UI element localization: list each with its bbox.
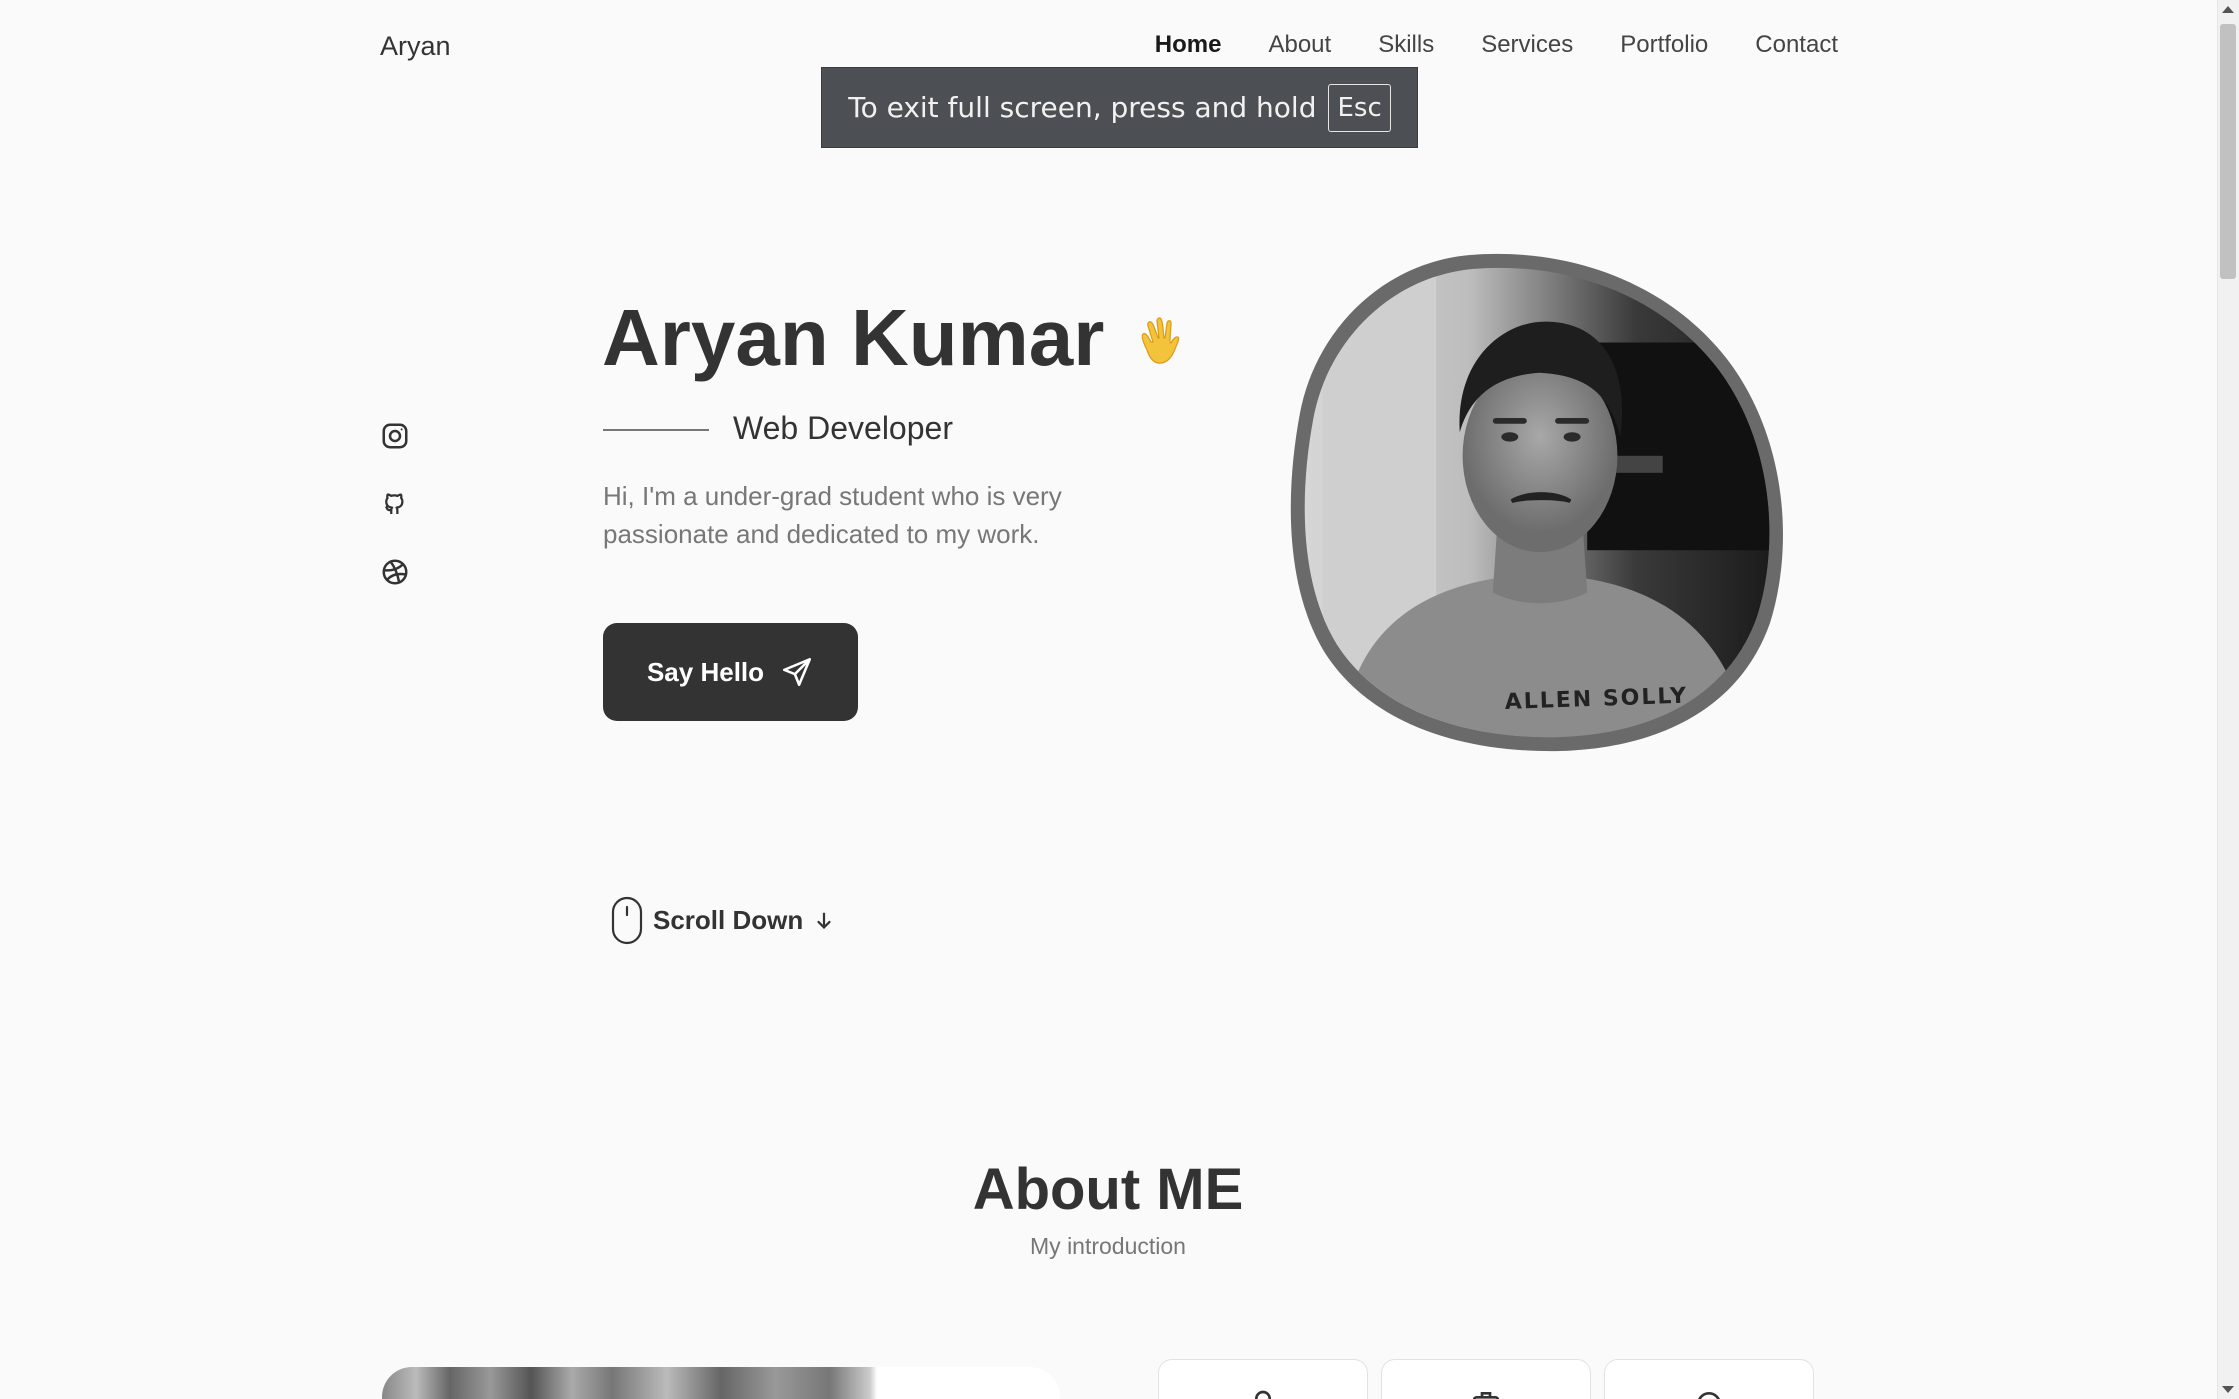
hero-name: Aryan Kumar xyxy=(602,293,1105,382)
toast-message: To exit full screen, press and hold xyxy=(848,91,1317,124)
nav-skills[interactable]: Skills xyxy=(1378,31,1434,59)
say-hello-label: Say Hello xyxy=(646,656,765,687)
github-icon[interactable] xyxy=(380,489,410,519)
hero-intro: Hi, I'm a under-grad student who is very… xyxy=(603,481,1062,549)
about-card-support xyxy=(1604,1359,1814,1399)
mouse-icon xyxy=(611,896,643,945)
nav-about[interactable]: About xyxy=(1268,31,1331,59)
scroll-down-arrow[interactable] xyxy=(2222,1386,2234,1393)
page-scrollbar[interactable] xyxy=(2217,0,2239,1399)
nav-contact[interactable]: Contact xyxy=(1755,31,1838,59)
nav-portfolio[interactable]: Portfolio xyxy=(1620,31,1708,59)
social-links xyxy=(380,421,410,587)
nav-home[interactable]: Home xyxy=(1155,31,1222,59)
about-card-experience xyxy=(1158,1359,1368,1399)
say-hello-button[interactable]: Say Hello xyxy=(603,623,858,721)
dribbble-icon[interactable] xyxy=(380,557,410,587)
scroll-up-arrow[interactable] xyxy=(2222,6,2234,13)
arrow-down-icon xyxy=(817,912,831,929)
about-image xyxy=(382,1367,1060,1399)
profile-photo: ALLEN SOLLY xyxy=(1290,253,1783,752)
about-card-completed xyxy=(1381,1359,1591,1399)
esc-key-badge: Esc xyxy=(1328,83,1391,132)
send-icon xyxy=(783,657,812,687)
about-title: About ME xyxy=(972,1157,1244,1222)
waving-hand-icon xyxy=(1141,317,1180,364)
fullscreen-exit-toast: To exit full screen, press and hold Esc xyxy=(821,67,1418,148)
support-icon xyxy=(1698,1392,1720,1399)
about-subtitle: My introduction xyxy=(1030,1233,1186,1259)
scroll-down-label: Scroll Down xyxy=(653,905,804,935)
briefcase-icon xyxy=(1472,1392,1500,1399)
site-logo[interactable]: Aryan xyxy=(380,31,451,62)
scrollbar-thumb[interactable] xyxy=(2220,24,2236,279)
instagram-icon[interactable] xyxy=(380,421,410,451)
user-icon xyxy=(1255,1390,1271,1399)
nav-services[interactable]: Services xyxy=(1481,31,1573,59)
main-nav: Home About Skills Services Portfolio Con… xyxy=(1155,31,1838,59)
page: Aryan Home About Skills Services Portfol… xyxy=(0,0,2239,1399)
role-divider xyxy=(603,429,709,431)
hero-role: Web Developer xyxy=(733,410,953,446)
scroll-down-link[interactable]: Scroll Down xyxy=(611,896,835,945)
